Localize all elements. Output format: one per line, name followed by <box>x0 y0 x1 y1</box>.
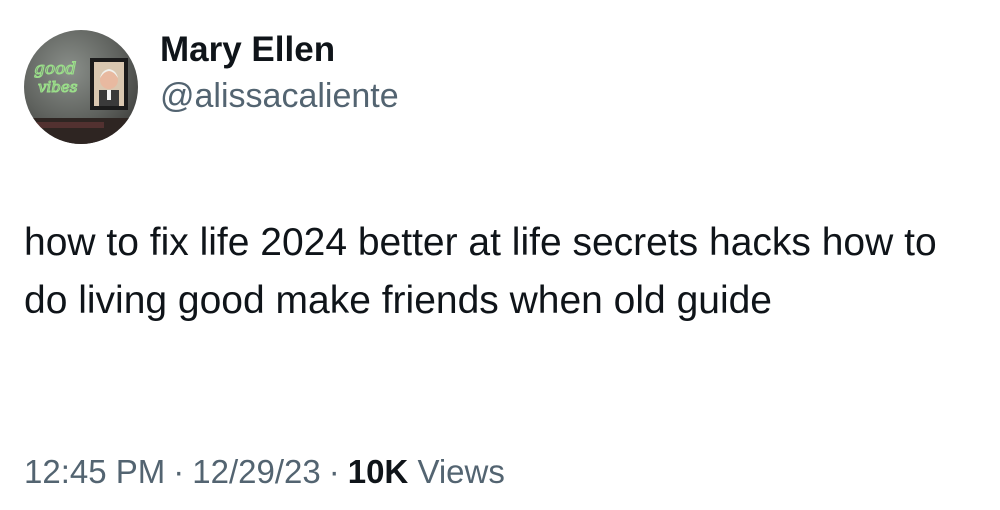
tweet-date[interactable]: 12/29/23 <box>192 453 320 490</box>
author-names: Mary Ellen @alissacaliente <box>160 30 399 116</box>
tweet-header: good vibes Mary Ellen @alissacaliente <box>24 30 399 144</box>
svg-text:vibes: vibes <box>38 78 78 96</box>
author-handle[interactable]: @alissacaliente <box>160 76 399 116</box>
tweet-text: how to fix life 2024 better at life secr… <box>24 221 948 322</box>
avatar-image: good vibes <box>24 30 138 144</box>
author-display-name[interactable]: Mary Ellen <box>160 30 399 70</box>
tweet: good vibes Mary Ellen @alissacaliente ho… <box>0 0 1000 510</box>
views-label: Views <box>417 453 505 490</box>
tweet-meta: 12:45 PM · 12/29/23 · 10K Views <box>24 450 505 494</box>
views-count: 10K <box>347 453 409 490</box>
avatar-neon-sign: good <box>34 59 76 79</box>
meta-separator: · <box>328 453 340 490</box>
tweet-time[interactable]: 12:45 PM <box>24 453 165 490</box>
meta-separator: · <box>173 453 185 490</box>
avatar[interactable]: good vibes <box>24 30 138 144</box>
